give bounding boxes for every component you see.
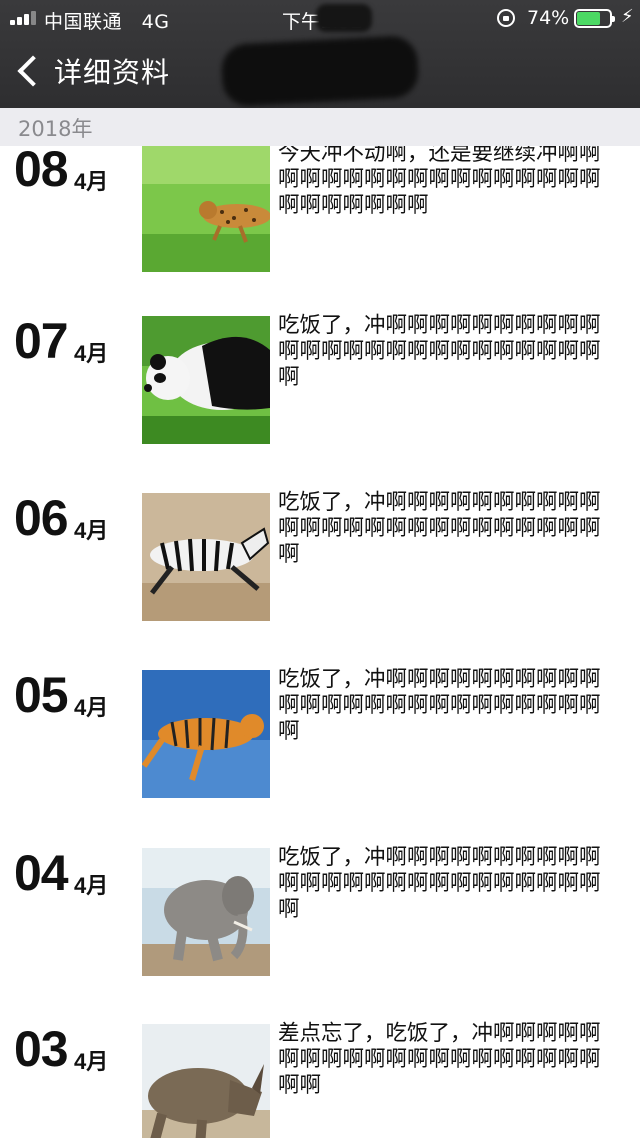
post-photo-zebra[interactable] [142, 493, 270, 621]
year-header: 2018年 [0, 108, 640, 146]
charging-icon: ⚡ [621, 6, 634, 27]
redaction-mark [220, 34, 420, 108]
top-bar: 中国联通 4G 下午1:32 74% ⚡ 详细资料 [0, 0, 640, 108]
post-month: 4月 [74, 695, 109, 720]
post-month: 4月 [74, 169, 109, 194]
post-text[interactable]: 今天冲不动啊，还是要继续冲啊啊啊啊啊啊啊啊啊啊啊啊啊啊啊啊啊啊啊啊啊啊啊啊 [278, 146, 620, 219]
back-label: 详细资料 [54, 56, 171, 89]
redaction-mark [316, 4, 372, 32]
network-label: 4G [141, 11, 170, 33]
post-text[interactable]: 吃饭了，冲啊啊啊啊啊啊啊啊啊啊啊啊啊啊啊啊啊啊啊啊啊啊啊啊啊啊 [278, 490, 620, 568]
post-photo-cheetah[interactable] [142, 146, 270, 272]
post-photo-rhino[interactable] [142, 1024, 270, 1138]
back-button[interactable]: 详细资料 [14, 48, 170, 94]
post-photo-elephant[interactable] [142, 848, 270, 976]
chevron-left-icon [17, 55, 49, 87]
post-day: 06 [14, 490, 69, 546]
carrier-label: 中国联通 4G [44, 11, 170, 33]
post-month: 4月 [74, 341, 109, 366]
post-photo-panda[interactable] [142, 316, 270, 444]
post-text[interactable]: 吃饭了，冲啊啊啊啊啊啊啊啊啊啊啊啊啊啊啊啊啊啊啊啊啊啊啊啊啊啊 [278, 845, 620, 923]
rotation-lock-icon [497, 9, 515, 27]
post-month: 4月 [74, 518, 109, 543]
post-text[interactable]: 差点忘了，吃饭了，冲啊啊啊啊啊啊啊啊啊啊啊啊啊啊啊啊啊啊啊啊啊啊 [278, 1021, 620, 1099]
post-month: 4月 [74, 1049, 109, 1074]
status-bar: 中国联通 4G 下午1:32 74% ⚡ [0, 0, 640, 36]
signal-icon [10, 11, 38, 25]
post-text[interactable]: 吃饭了，冲啊啊啊啊啊啊啊啊啊啊啊啊啊啊啊啊啊啊啊啊啊啊啊啊啊啊 [278, 667, 620, 745]
post-day: 04 [14, 845, 69, 901]
post-list[interactable]: 08 4月 今天冲不动啊，还是要继续冲啊啊啊啊啊啊啊啊啊啊啊啊啊啊啊啊啊啊啊啊啊啊啊… [0, 146, 640, 1138]
battery-fill [577, 12, 600, 25]
battery-percent: 74% [527, 7, 570, 29]
post-day: 05 [14, 667, 69, 723]
post-photo-tiger[interactable] [142, 670, 270, 798]
post-day: 08 [14, 146, 69, 197]
battery-icon [574, 9, 615, 28]
post-day: 03 [14, 1021, 69, 1077]
post-text[interactable]: 吃饭了，冲啊啊啊啊啊啊啊啊啊啊啊啊啊啊啊啊啊啊啊啊啊啊啊啊啊啊 [278, 313, 620, 391]
post-day: 07 [14, 313, 69, 369]
post-month: 4月 [74, 873, 109, 898]
nav-bar: 详细资料 [0, 34, 640, 108]
